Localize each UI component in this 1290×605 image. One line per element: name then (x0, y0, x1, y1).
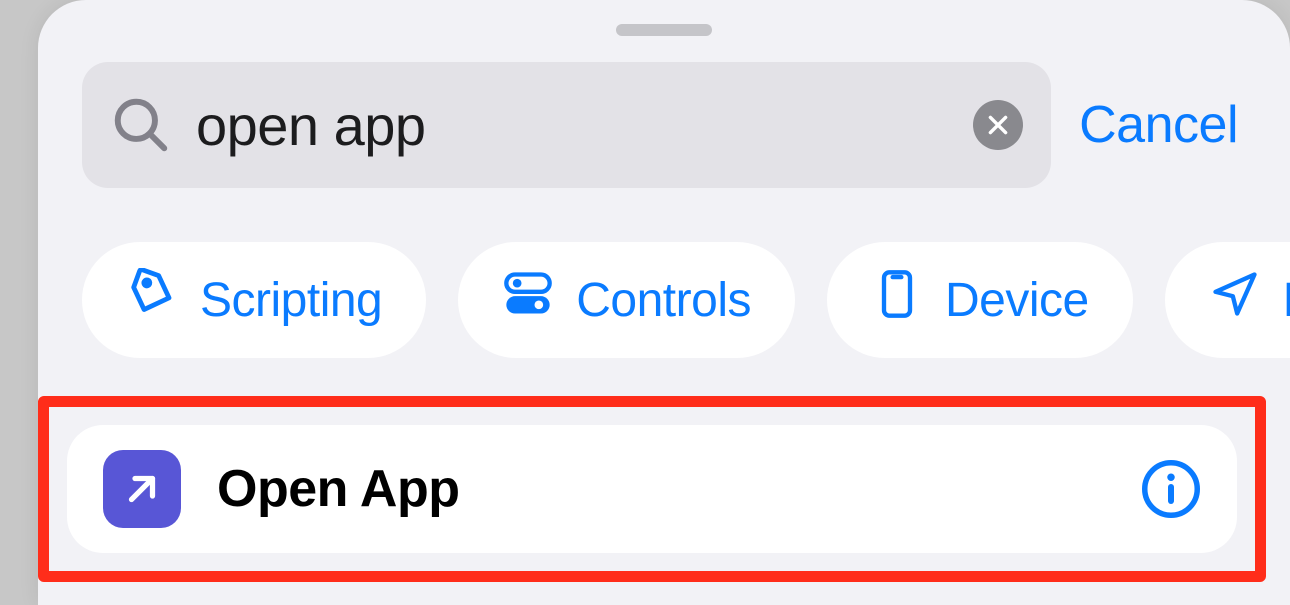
annotation-highlight: Open App (38, 396, 1266, 582)
arrow-out-icon (103, 450, 181, 528)
search-icon (110, 94, 172, 156)
chip-label: Scripting (200, 273, 382, 328)
clear-search-button[interactable] (973, 100, 1023, 150)
info-button[interactable] (1141, 459, 1201, 519)
toggle-icon (502, 268, 554, 332)
phone-icon (871, 268, 923, 332)
search-field[interactable] (82, 62, 1051, 188)
chip-device[interactable]: Device (827, 242, 1133, 358)
chip-scripting[interactable]: Scripting (82, 242, 426, 358)
chip-location[interactable]: Lo (1165, 242, 1290, 358)
action-picker-sheet: Cancel Scripting Controls (38, 0, 1290, 605)
sheet-grabber[interactable] (616, 24, 712, 36)
chip-label: Controls (576, 273, 751, 328)
search-row: Cancel (38, 62, 1290, 188)
cancel-button[interactable]: Cancel (1079, 95, 1246, 155)
chip-controls[interactable]: Controls (458, 242, 795, 358)
result-title: Open App (217, 459, 1105, 519)
results-list: Open App (38, 358, 1290, 582)
chip-label: Device (945, 273, 1089, 328)
location-icon (1209, 268, 1261, 332)
search-input[interactable] (196, 62, 973, 188)
category-chips: Scripting Controls Device (38, 188, 1290, 358)
result-open-app[interactable]: Open App (67, 425, 1237, 553)
chip-label: Lo (1283, 273, 1290, 328)
tag-icon (126, 268, 178, 332)
